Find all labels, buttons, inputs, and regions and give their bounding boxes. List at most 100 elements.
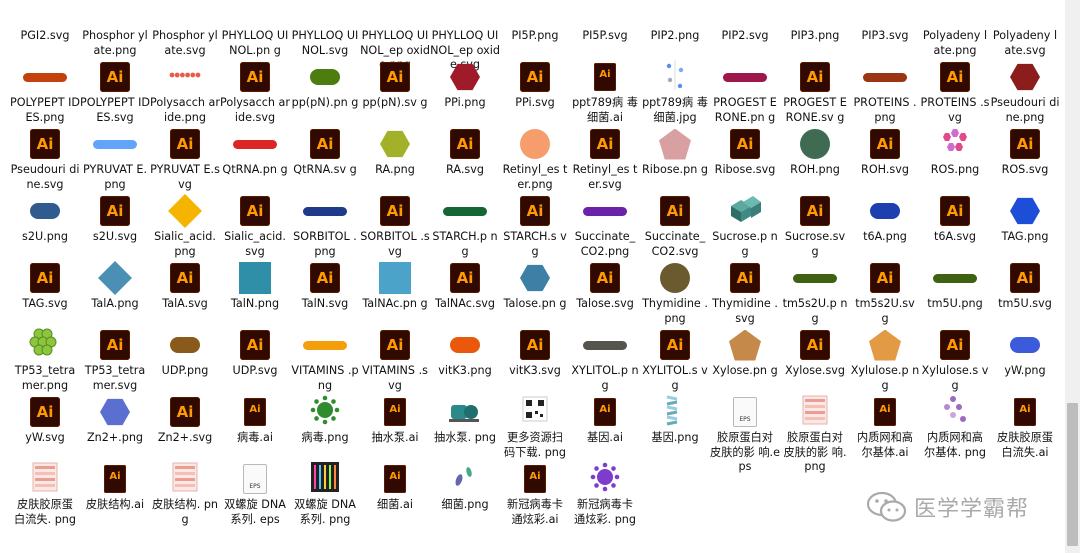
file-item[interactable]: EPS 双螺旋 DNA系列. eps <box>220 461 290 527</box>
file-item[interactable]: Ai PROTEINS .svg <box>920 59 990 125</box>
file-item[interactable]: Ai tm5s2U.sv g <box>850 260 920 326</box>
file-item[interactable]: POLYPEPT IDES.png <box>10 59 80 125</box>
file-item[interactable]: PI5P.png <box>500 0 570 44</box>
file-item[interactable]: s2U.png <box>10 193 80 245</box>
file-item[interactable]: Ai Xylose.svg <box>780 327 850 379</box>
file-item[interactable]: Sialic_acid. png <box>150 193 220 259</box>
file-item[interactable]: Ai 细菌.ai <box>360 461 430 513</box>
file-item[interactable]: Ribose.pn g <box>640 126 710 178</box>
file-item[interactable]: UDP.png <box>150 327 220 379</box>
file-item[interactable]: PPi.png <box>430 59 500 111</box>
file-item[interactable]: XYLITOL.p ng <box>570 327 640 393</box>
file-item[interactable]: Ai 基因.ai <box>570 394 640 446</box>
file-item[interactable]: Polysacch aride.png <box>150 59 220 125</box>
file-item[interactable]: tm5s2U.p ng <box>780 260 850 326</box>
file-item[interactable]: PIP3.svg <box>850 0 920 44</box>
file-item[interactable]: TalNAc.pn g <box>360 260 430 312</box>
file-item[interactable]: Ai Pseudouri dine.svg <box>10 126 80 192</box>
file-item[interactable]: Xylulose.p ng <box>850 327 920 393</box>
file-item[interactable]: Ai ppt789病 毒细菌.ai <box>570 59 640 125</box>
file-item[interactable]: 皮肤胶原蛋 白流失. png <box>10 461 80 527</box>
file-item[interactable]: tm5U.png <box>920 260 990 312</box>
file-item[interactable]: 更多资源扫 码下载. png <box>500 394 570 460</box>
file-item[interactable]: Ai POLYPEPT IDES.svg <box>80 59 150 125</box>
file-item[interactable]: PYRUVAT E.png <box>80 126 150 192</box>
file-item[interactable]: Ai ROH.svg <box>850 126 920 178</box>
file-item[interactable]: TAG.png <box>990 193 1060 245</box>
file-item[interactable]: Ai RA.svg <box>430 126 500 178</box>
file-item[interactable]: Ai PPi.svg <box>500 59 570 111</box>
file-item[interactable]: 皮肤结构. png <box>150 461 220 527</box>
file-item[interactable]: Ai PROGEST ERONE.sv g <box>780 59 850 125</box>
file-item[interactable]: ppt789病 毒细菌.jpg <box>640 59 710 125</box>
file-item[interactable]: pp(pN).pn g <box>290 59 360 111</box>
file-item[interactable]: Ai Succinate_ CO2.svg <box>640 193 710 259</box>
file-item[interactable]: t6A.png <box>850 193 920 245</box>
file-item[interactable]: TalA.png <box>80 260 150 312</box>
file-item[interactable]: PI5P.svg <box>570 0 640 44</box>
file-item[interactable]: Ai Sucrose.sv g <box>780 193 850 259</box>
file-item[interactable]: Ai TAG.svg <box>10 260 80 312</box>
file-item[interactable]: Ai PYRUVAT E.svg <box>150 126 220 192</box>
file-item[interactable]: Ai XYLITOL.s vg <box>640 327 710 393</box>
file-item[interactable]: Ai 内质网和高 尔基体.ai <box>850 394 920 460</box>
file-item[interactable]: Ai 病毒.ai <box>220 394 290 446</box>
file-item[interactable]: Ai TalA.svg <box>150 260 220 312</box>
file-item[interactable]: 基因.png <box>640 394 710 446</box>
file-item[interactable]: Ai Polysacch aride.svg <box>220 59 290 125</box>
file-item[interactable]: Ai Retinyl_es ter.svg <box>570 126 640 192</box>
file-item[interactable]: Ai 皮肤胶原蛋 白流失.ai <box>990 394 1060 460</box>
file-item[interactable]: Ai TalN.svg <box>290 260 360 312</box>
file-item[interactable]: Xylose.pn g <box>710 327 780 379</box>
file-item[interactable]: 双螺旋 DNA系列. png <box>290 461 360 527</box>
file-item[interactable]: Ai pp(pN).sv g <box>360 59 430 111</box>
file-item[interactable]: 病毒.png <box>290 394 360 446</box>
file-item[interactable]: 抽水泵. png <box>430 394 500 446</box>
file-item[interactable]: PHYLLOQ UINOL.svg <box>290 0 360 58</box>
file-item[interactable]: Ai TalNAc.svg <box>430 260 500 312</box>
file-item[interactable]: Ai QtRNA.sv g <box>290 126 360 178</box>
file-item[interactable]: Zn2+.png <box>80 394 150 446</box>
file-item[interactable]: Ai 新冠病毒卡 通炫彩.ai <box>500 461 570 527</box>
file-item[interactable]: PHYLLOQ UINOL.pn g <box>220 0 290 58</box>
file-item[interactable]: QtRNA.pn g <box>220 126 290 178</box>
scrollbar-thumb[interactable] <box>1067 403 1078 546</box>
file-item[interactable]: PIP3.png <box>780 0 850 44</box>
file-item[interactable]: Ai s2U.svg <box>80 193 150 245</box>
file-item[interactable]: Thymidine .png <box>640 260 710 326</box>
file-item[interactable]: Ai 抽水泵.ai <box>360 394 430 446</box>
file-item[interactable]: Retinyl_es ter.png <box>500 126 570 192</box>
file-item[interactable]: Ai 皮肤结构.ai <box>80 461 150 513</box>
file-item[interactable]: PROGEST ERONE.pn g <box>710 59 780 125</box>
file-item[interactable]: Phosphor ylate.svg <box>150 0 220 58</box>
file-item[interactable]: Ai Thymidine .svg <box>710 260 780 326</box>
file-item[interactable]: Phosphor ylate.png <box>80 0 150 58</box>
file-item[interactable]: Ai yW.svg <box>10 394 80 446</box>
file-item[interactable]: 新冠病毒卡 通炫彩. png <box>570 461 640 527</box>
file-item[interactable]: Ai TP53_tetra mer.svg <box>80 327 150 393</box>
file-item[interactable]: Polyadeny late.png <box>920 0 990 58</box>
file-item[interactable]: PIP2.png <box>640 0 710 44</box>
file-item[interactable]: Ai Zn2+.svg <box>150 394 220 446</box>
file-item[interactable]: PIP2.svg <box>710 0 780 44</box>
file-item[interactable]: Sucrose.p ng <box>710 193 780 259</box>
file-item[interactable]: yW.png <box>990 327 1060 379</box>
file-item[interactable]: Ai tm5U.svg <box>990 260 1060 312</box>
file-item[interactable]: Polyadeny late.svg <box>990 0 1060 58</box>
file-item[interactable]: Ai UDP.svg <box>220 327 290 379</box>
file-item[interactable]: Succinate_ CO2.png <box>570 193 640 259</box>
file-item[interactable]: vitK3.png <box>430 327 500 379</box>
file-item[interactable]: Ai STARCH.s vg <box>500 193 570 259</box>
file-item[interactable]: Ai ROS.svg <box>990 126 1060 178</box>
file-item[interactable]: Ai SORBITOL .svg <box>360 193 430 259</box>
file-item[interactable]: TalN.png <box>220 260 290 312</box>
file-item[interactable]: Ai vitK3.svg <box>500 327 570 379</box>
file-item[interactable]: PROTEINS .png <box>850 59 920 125</box>
file-item[interactable]: STARCH.p ng <box>430 193 500 259</box>
file-item[interactable]: TP53_tetra mer.png <box>10 327 80 393</box>
file-item[interactable]: Ai Talose.svg <box>570 260 640 312</box>
file-item[interactable]: Ai t6A.svg <box>920 193 990 245</box>
file-item[interactable]: PGI2.svg <box>10 0 80 44</box>
file-item[interactable]: SORBITOL .png <box>290 193 360 259</box>
file-item[interactable]: Ai Ribose.svg <box>710 126 780 178</box>
